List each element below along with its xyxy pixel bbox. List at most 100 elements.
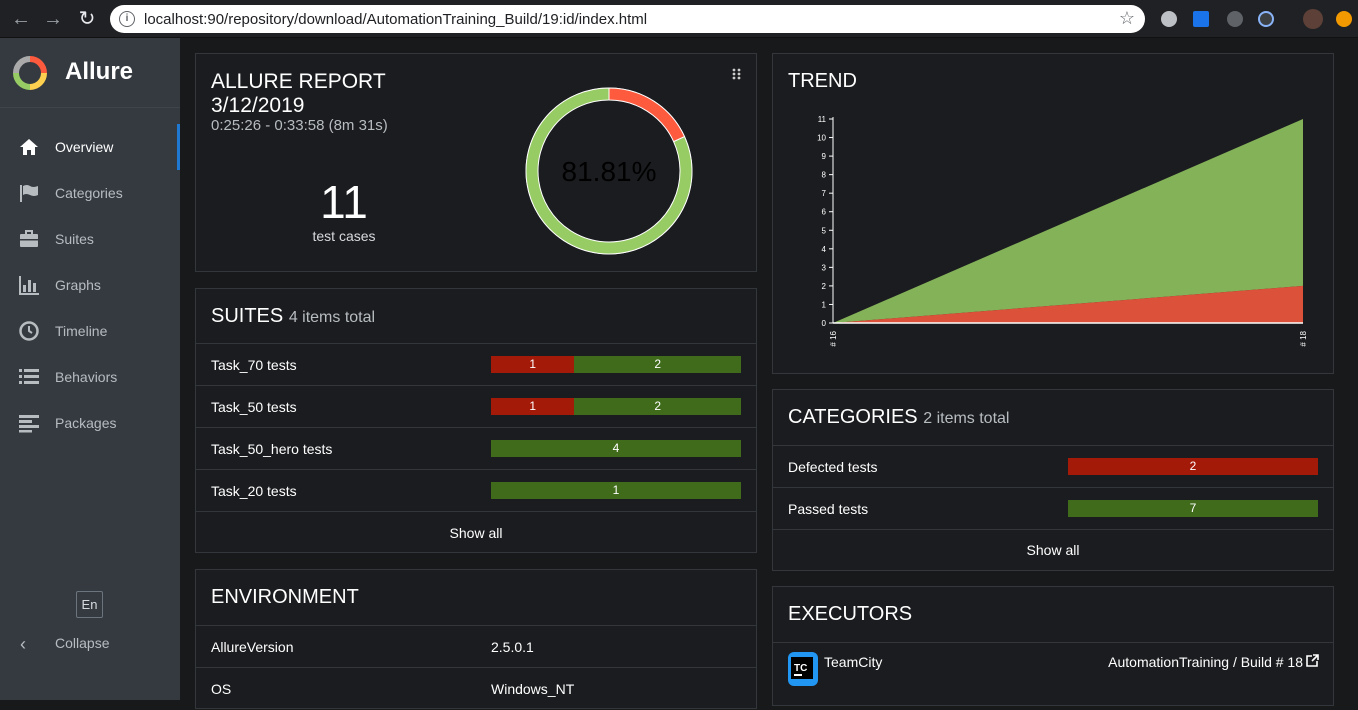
suite-row[interactable]: Task_70 tests 1 2 (196, 344, 756, 386)
executors-title: EXECUTORS (788, 603, 913, 625)
sidebar-item-overview[interactable]: Overview (0, 124, 180, 170)
brand-name: Allure (65, 58, 134, 85)
trend-chart[interactable]: 0 1 2 3 4 5 6 7 8 9 10 11 # 16 # 18 (803, 109, 1323, 369)
main-content: ALLURE REPORT 3/12/2019 0:25:26 - 0:33:5… (180, 38, 1358, 709)
environment-row: AllureVersion 2.5.0.1 (196, 626, 756, 668)
extension-icon[interactable] (1193, 11, 1209, 27)
categories-heading: CATEGORIES (788, 406, 918, 428)
environment-title: ENVIRONMENT (211, 586, 359, 608)
trend-y-tick-label: 5 (822, 226, 827, 235)
suite-passed-segment: 4 (491, 440, 741, 457)
sidebar-item-categories[interactable]: Categories (0, 170, 180, 216)
bar-chart-icon (19, 276, 39, 295)
suite-passed-segment: 2 (574, 356, 741, 373)
category-name: Defected tests (788, 459, 878, 475)
category-name: Passed tests (788, 501, 869, 517)
update-icon[interactable] (1336, 11, 1352, 27)
success-rate-donut[interactable]: 81.81% (516, 78, 702, 264)
suite-failed-segment: 1 (491, 356, 575, 373)
briefcase-icon (20, 230, 38, 247)
flag-icon (20, 185, 38, 202)
suite-row[interactable]: Task_50 tests 1 2 (196, 386, 756, 428)
report-time-range: 0:25:26 - 0:33:58 (8m 31s) (211, 117, 388, 134)
executor-build-link[interactable]: AutomationTraining / Build # 18 (1108, 654, 1303, 670)
trend-y-tick-label: 11 (818, 115, 827, 124)
info-icon[interactable]: i (119, 11, 135, 27)
back-arrow-icon[interactable]: ← (10, 8, 32, 30)
success-rate-value: 81.81% (562, 156, 657, 187)
sidebar-item-label: Graphs (55, 277, 101, 293)
report-date: 3/12/2019 (211, 94, 305, 117)
categories-show-all-link[interactable]: Show all (773, 542, 1333, 558)
address-bar[interactable]: i localhost:90/repository/download/Autom… (110, 5, 1145, 33)
sidebar: Allure Overview Categories Suites Graphs… (0, 38, 180, 700)
categories-widget: CATEGORIES 2 items total Defected tests … (772, 389, 1334, 571)
executors-widget: EXECUTORS TC TeamCity AutomationTraining… (772, 586, 1334, 706)
suite-row[interactable]: Task_20 tests 1 (196, 470, 756, 512)
test-count: 11 (320, 176, 368, 228)
trend-y-tick-label: 3 (822, 263, 827, 272)
suites-show-all-link[interactable]: Show all (196, 525, 756, 541)
trend-y-tick-label: 6 (822, 208, 827, 217)
collapse-button[interactable]: ‹ Collapse (0, 630, 180, 660)
list-icon (19, 369, 39, 384)
donut-failed-slice (608, 87, 686, 143)
divider (773, 642, 1333, 643)
categories-count: 2 items total (923, 410, 1010, 427)
category-row[interactable]: Defected tests 2 (773, 446, 1333, 488)
avatar[interactable] (1303, 9, 1323, 29)
extension-icon[interactable] (1161, 11, 1177, 27)
language-selector[interactable]: En (76, 591, 103, 618)
category-failed-segment: 2 (1068, 458, 1318, 475)
sidebar-item-label: Overview (55, 139, 114, 155)
suite-name: Task_70 tests (211, 357, 297, 373)
extension-icon[interactable] (1258, 11, 1274, 27)
reload-icon[interactable]: ↻ (76, 8, 98, 30)
teamcity-icon: TC (788, 652, 818, 686)
suite-status-bar: 1 (491, 482, 741, 499)
category-bar: 7 (1068, 500, 1318, 517)
clock-icon (19, 321, 39, 341)
trend-y-tick-label: 2 (822, 282, 827, 291)
bookmark-star-icon[interactable]: ☆ (1119, 8, 1135, 29)
sidebar-item-label: Categories (55, 185, 123, 201)
url-text[interactable]: localhost:90/repository/download/Automat… (144, 11, 647, 28)
suite-status-bar: 12 (491, 356, 741, 373)
suites-count: 4 items total (288, 309, 376, 326)
summary-widget: ALLURE REPORT 3/12/2019 0:25:26 - 0:33:5… (195, 53, 757, 272)
home-icon (20, 139, 38, 155)
extension-icon[interactable] (1227, 11, 1243, 27)
category-passed-segment: 7 (1068, 500, 1318, 517)
sidebar-item-timeline[interactable]: Timeline (0, 308, 180, 354)
environment-key: AllureVersion (211, 639, 294, 655)
test-count-label: test cases (312, 228, 376, 244)
forward-arrow-icon[interactable]: → (42, 8, 64, 30)
trend-y-tick-label: 0 (822, 319, 827, 328)
sidebar-item-behaviors[interactable]: Behaviors (0, 354, 180, 400)
environment-widget: ENVIRONMENT AllureVersion 2.5.0.1 OS Win… (195, 569, 757, 709)
brand[interactable]: Allure (0, 38, 180, 108)
sidebar-item-label: Packages (55, 415, 117, 431)
sidebar-item-label: Suites (55, 231, 94, 247)
sidebar-item-packages[interactable]: Packages (0, 400, 180, 446)
category-row[interactable]: Passed tests 7 (773, 488, 1333, 530)
sidebar-item-label: Behaviors (55, 369, 118, 385)
trend-y-tick-label: 9 (822, 152, 827, 161)
external-link-icon[interactable] (1306, 654, 1319, 667)
suites-heading: SUITES (211, 305, 284, 327)
suite-passed-segment: 1 (491, 482, 741, 499)
browser-toolbar: ← → ↻ i localhost:90/repository/download… (0, 0, 1358, 38)
environment-key: OS (211, 681, 232, 697)
suite-row[interactable]: Task_50_hero tests 4 (196, 428, 756, 470)
sidebar-menu: Overview Categories Suites Graphs Timeli… (0, 124, 180, 446)
sidebar-item-graphs[interactable]: Graphs (0, 262, 180, 308)
sidebar-item-suites[interactable]: Suites (0, 216, 180, 262)
trend-y-tick-label: 4 (822, 245, 827, 254)
trend-y-tick-label: 7 (822, 189, 827, 198)
chevron-left-icon: ‹ (20, 634, 26, 654)
suite-failed-segment: 1 (491, 398, 575, 415)
drag-handle-icon[interactable] (732, 68, 742, 82)
categories-title: CATEGORIES 2 items total (788, 406, 1009, 429)
sidebar-item-label: Timeline (55, 323, 108, 339)
trend-y-tick-label: 1 (822, 300, 827, 309)
